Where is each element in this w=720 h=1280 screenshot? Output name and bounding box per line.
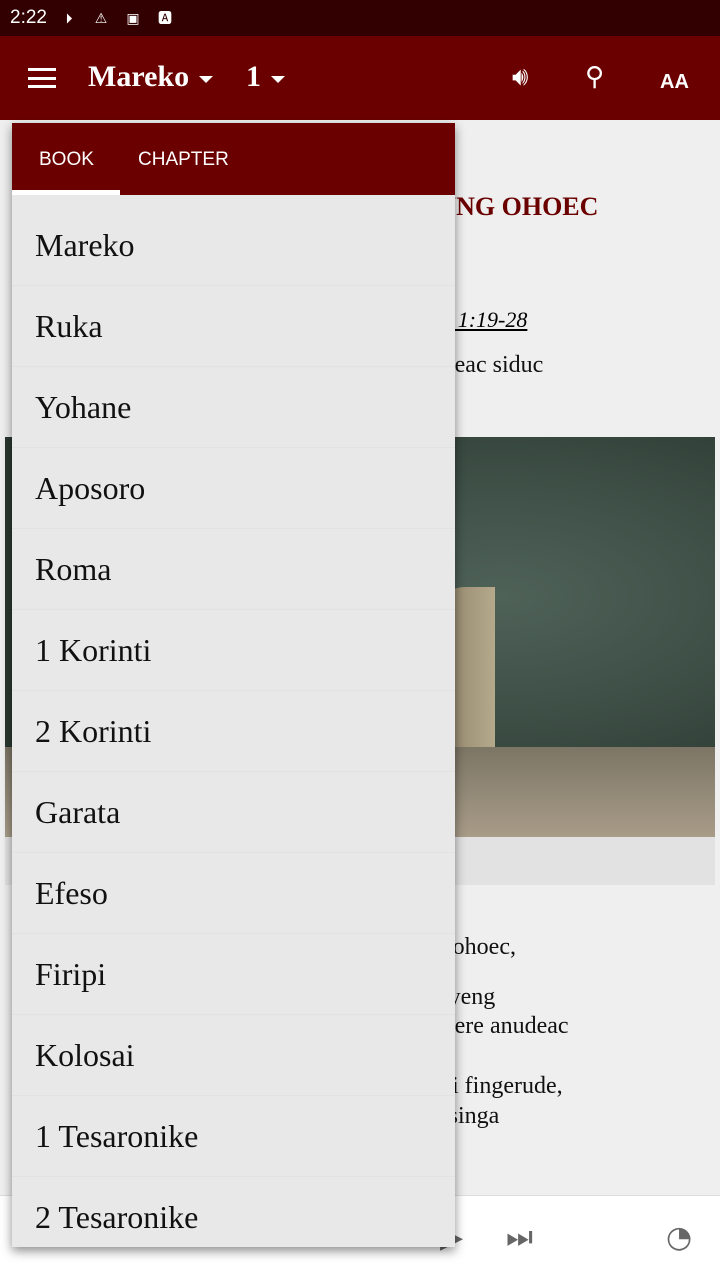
tab-bar: BOOK CHAPTER (12, 123, 455, 195)
caret-down-icon (271, 75, 285, 83)
speed-icon[interactable]: ◔ (666, 1220, 692, 1255)
book-item[interactable]: Roma (12, 529, 455, 610)
tab-chapter[interactable]: CHAPTER (138, 149, 229, 171)
skip-next-icon[interactable]: ⏭ (506, 1220, 533, 1255)
book-list: Mareko Ruka Yohane Aposoro Roma 1 Korinti 2 Ko… (12, 195, 455, 1247)
status-bar: 2:22 ⏵ ⚠ ▣ 🅰 (0, 0, 720, 36)
book-item[interactable]: Garata (12, 772, 455, 853)
book-item[interactable]: Efeso (12, 853, 455, 934)
chapter-selector[interactable]: 1 (246, 60, 285, 94)
book-item[interactable]: Kolosai (12, 1015, 455, 1096)
book-item[interactable]: Mareko (12, 205, 455, 286)
book-label: Mareko (88, 60, 190, 93)
speaker-icon[interactable]: 🔊︎ (512, 62, 528, 93)
play-circle-icon: ⏵ (65, 9, 73, 26)
book-chapter-dropdown: BOOK CHAPTER Mareko Ruka Yohane Aposoro Roma… (12, 123, 455, 1247)
book-item[interactable]: Yohane (12, 367, 455, 448)
text-icon: 🅰 (157, 10, 172, 26)
app-bar: Mareko 1 🔊︎ ⚲ AA (0, 36, 720, 120)
image-icon: ▣ (126, 9, 140, 26)
search-icon[interactable]: ⚲ (585, 62, 604, 92)
chapter-label: 1 (246, 60, 261, 93)
book-item[interactable]: Firipi (12, 934, 455, 1015)
font-size-icon[interactable]: AA (660, 62, 689, 96)
book-item[interactable]: 2 Korinti (12, 691, 455, 772)
book-item[interactable]: 2 Tesaronike (12, 1177, 455, 1247)
book-selector[interactable]: Mareko (88, 60, 214, 94)
tab-book[interactable]: BOOK (39, 149, 94, 171)
book-item[interactable]: Aposoro (12, 448, 455, 529)
active-tab-indicator (12, 190, 120, 195)
book-item[interactable]: 1 Korinti (12, 610, 455, 691)
book-item[interactable]: 1 Tesaronike (12, 1096, 455, 1177)
book-item[interactable]: Ruka (12, 286, 455, 367)
clock: 2:22 (10, 7, 47, 28)
font-icon-glyph: AA (660, 71, 689, 93)
menu-icon[interactable] (28, 68, 56, 88)
caret-down-icon (199, 75, 214, 83)
warning-icon: ⚠ (94, 9, 108, 26)
